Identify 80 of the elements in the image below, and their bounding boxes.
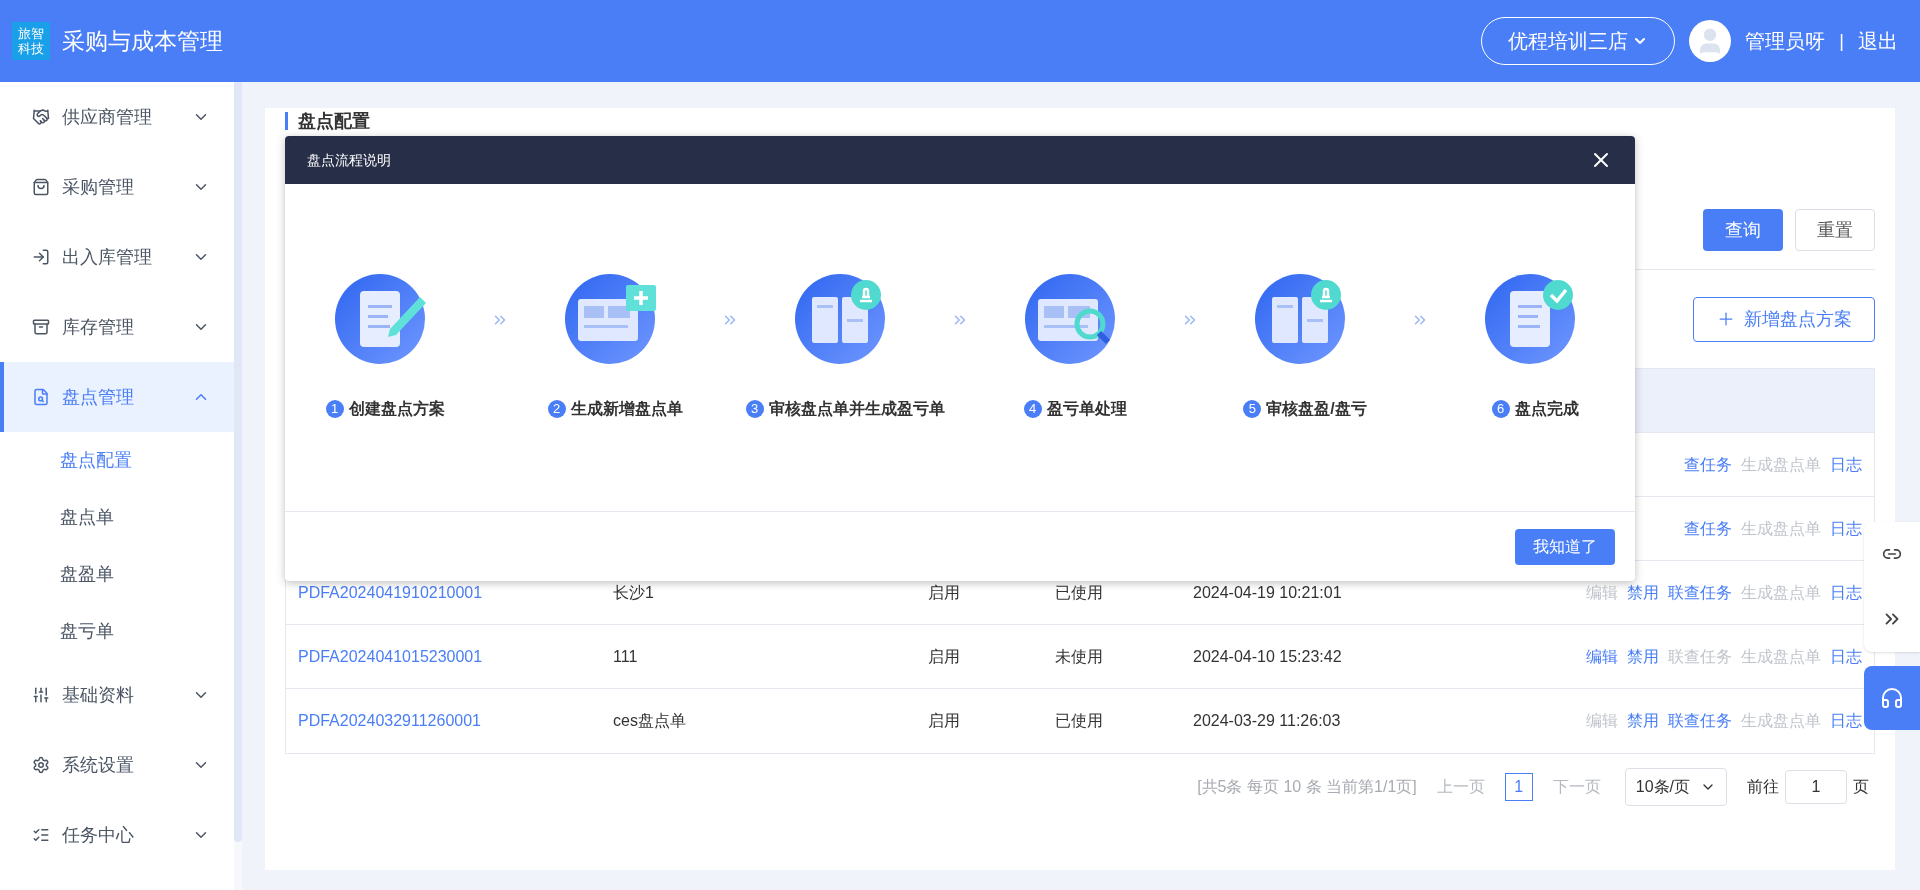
table-cell: 2024-04-10 15:23:42 — [1193, 647, 1342, 665]
checklist-icon — [32, 826, 50, 844]
table-cell: 2024-04-19 10:21:01 — [1193, 583, 1342, 601]
table-cell: 启用 — [928, 583, 960, 601]
sidebar-item[interactable]: 采购管理 — [0, 152, 234, 222]
confirm-button[interactable]: 我知道了 — [1515, 528, 1615, 565]
table-cell: 未使用 — [1055, 647, 1103, 665]
table-cell: 启用 — [928, 647, 960, 665]
step-label: 盈亏单处理 — [1046, 399, 1127, 419]
table-cell: 111 — [613, 647, 638, 665]
plan-code-link[interactable]: PDFA2024041015230001 — [298, 647, 483, 665]
action-link[interactable]: 禁用 — [1627, 709, 1659, 733]
step-label: 审核盘点单并生成盈亏单 — [768, 399, 945, 419]
sidebar-subitem[interactable]: 盘盈单 — [0, 546, 234, 603]
plan-code-link[interactable]: PDFA2024041910210001 — [298, 583, 483, 601]
page-size-select[interactable]: 10条/页 — [1624, 768, 1727, 806]
reset-button[interactable]: 重置 — [1795, 209, 1875, 251]
sidebar-item[interactable]: 盘点管理 — [0, 362, 234, 432]
app-title: 采购与成本管理 — [62, 26, 223, 56]
sidebar-subitem[interactable]: 盘点配置 — [0, 432, 234, 489]
add-plan-button[interactable]: 新增盘点方案 — [1693, 296, 1875, 342]
table-cell: 长沙1 — [613, 583, 654, 601]
page-suffix: 页 — [1853, 777, 1869, 797]
table-cell: 2024-03-29 11:26:03 — [1193, 712, 1341, 729]
sidebar-item[interactable]: 出入库管理 — [0, 222, 234, 292]
pagination-summary: [共5条 每页 10 条 当前第1/1页] — [1197, 777, 1417, 797]
handshake-icon — [32, 108, 50, 126]
table-cell: 启用 — [928, 712, 960, 729]
goto-label: 前往 — [1747, 777, 1779, 797]
table-cell: 已使用 — [1055, 583, 1103, 601]
headset-icon — [1880, 686, 1904, 710]
action-link[interactable]: 编辑 — [1586, 644, 1618, 669]
action-link[interactable]: 查任务 — [1684, 452, 1732, 477]
sidebar-item[interactable]: 任务中心 — [0, 800, 234, 870]
sidebar-subitem[interactable]: 盘亏单 — [0, 603, 234, 660]
plan-code-link[interactable]: PDFA2024032911260001 — [298, 712, 481, 729]
action-link[interactable]: 日志 — [1830, 452, 1862, 477]
step-label: 创建盘点方案 — [348, 399, 445, 419]
bag-icon — [32, 178, 50, 196]
action-link[interactable]: 联查任务 — [1668, 709, 1732, 733]
action-link[interactable]: 日志 — [1830, 709, 1862, 733]
scrollbar-thumb[interactable] — [234, 82, 242, 842]
sliders-icon — [32, 686, 50, 704]
page-number[interactable]: 1 — [1504, 773, 1533, 801]
sidebar-subitem[interactable]: 盘点单 — [0, 489, 234, 546]
action-link[interactable]: 禁用 — [1627, 644, 1659, 669]
table-cell: ces盘点单 — [613, 712, 686, 729]
page-title: 盘点配置 — [298, 111, 370, 131]
step-number: 5 — [1243, 400, 1262, 418]
action-link[interactable]: 日志 — [1830, 580, 1862, 605]
step-number: 6 — [1491, 400, 1510, 418]
search-button[interactable]: 查询 — [1703, 209, 1783, 251]
separator: | — [1839, 29, 1844, 53]
support-button[interactable] — [1864, 666, 1920, 730]
step-number: 2 — [547, 400, 566, 418]
step-label: 生成新增盘点单 — [570, 399, 683, 419]
action-link[interactable]: 查任务 — [1684, 516, 1732, 541]
sidebar-item[interactable]: 基础资料 — [0, 660, 234, 730]
action-link[interactable]: 日志 — [1830, 644, 1862, 669]
page-input[interactable]: 1 — [1785, 770, 1847, 804]
action-link[interactable]: 禁用 — [1627, 580, 1659, 605]
table-cell: 已使用 — [1055, 712, 1103, 729]
sidebar-item[interactable]: 供应商管理 — [0, 82, 234, 152]
sidebar-item[interactable]: 库存管理 — [0, 292, 234, 362]
logo: 旅智 科技 — [12, 22, 50, 60]
gear-icon — [32, 756, 50, 774]
file-search-icon — [32, 388, 50, 406]
step-label: 盘点完成 — [1514, 399, 1579, 419]
sidebar-item[interactable]: 系统设置 — [0, 730, 234, 800]
logout-link[interactable]: 退出 — [1858, 26, 1898, 56]
step-number: 3 — [745, 400, 764, 418]
action-link[interactable]: 联查任务 — [1668, 580, 1732, 605]
step-number: 4 — [1023, 400, 1042, 418]
archive-icon — [32, 318, 50, 336]
step-number: 1 — [325, 400, 344, 418]
door-arrow-icon — [32, 248, 50, 266]
action-link[interactable]: 日志 — [1830, 516, 1862, 541]
dialog-title: 盘点流程说明 — [307, 150, 391, 170]
user-name: 管理员呀 — [1745, 29, 1826, 54]
step-label: 审核盘盈/盘亏 — [1266, 399, 1367, 419]
